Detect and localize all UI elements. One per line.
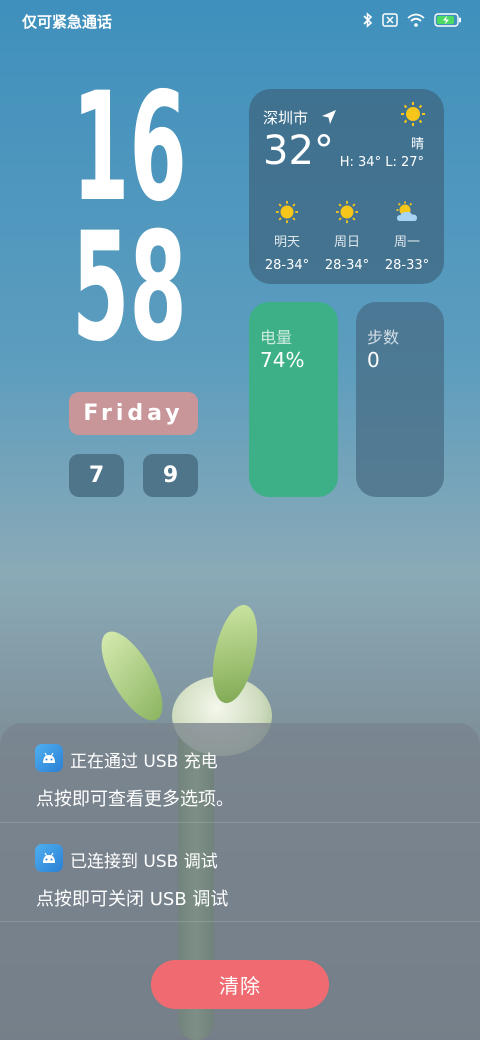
notification-usb-charging[interactable]: 正在通过 USB 充电 点按即可查看更多选项。 [0, 723, 480, 821]
weather-temperature: 32° [263, 128, 334, 174]
clock-hour: 16 [72, 61, 187, 235]
sun-icon [317, 199, 377, 225]
battery-charging-icon [434, 13, 462, 27]
date-box: 9 [143, 454, 198, 497]
forecast-day: 明天 28-34° [257, 199, 317, 273]
wifi-icon [407, 13, 425, 27]
location-arrow-icon [321, 109, 337, 129]
forecast-label: 周一 [393, 235, 420, 250]
notification-body: 点按即可查看更多选项。 [36, 789, 234, 810]
android-system-icon [35, 844, 63, 872]
status-icons [363, 12, 462, 28]
status-bar: 仅可紧急通话 [0, 0, 480, 42]
forecast-range: 28-33° [384, 258, 430, 273]
bluetooth-icon [363, 12, 373, 28]
sun-icon [400, 101, 426, 131]
forecast-day: 周一 28-33° [377, 199, 437, 273]
weather-widget[interactable]: 深圳市 32° 晴 H: 34° L: 27° 明天 28-34° 周日 28-… [249, 89, 444, 284]
notification-body: 点按即可关闭 USB 调试 [36, 889, 229, 910]
carrier-text: 仅可紧急通话 [22, 13, 113, 31]
notification-usb-debugging[interactable]: 已连接到 USB 调试 点按即可关闭 USB 调试 [0, 823, 480, 921]
notification-title: 正在通过 USB 充电 [70, 752, 218, 772]
steps-value: 0 [367, 348, 380, 372]
clear-notifications-button[interactable]: 清除 [151, 960, 329, 1009]
notification-title: 已连接到 USB 调试 [70, 852, 218, 872]
forecast-day: 周日 28-34° [317, 199, 377, 273]
weather-condition: 晴 [410, 137, 424, 152]
forecast-label: 周日 [333, 235, 360, 250]
forecast-label: 明天 [273, 235, 300, 250]
clock-minute: 58 [72, 201, 187, 375]
no-sim-icon [382, 13, 398, 27]
battery-widget[interactable]: 电量 74% [249, 302, 338, 497]
leaf-decoration [89, 622, 175, 730]
month-box: 7 [69, 454, 124, 497]
steps-label: 步数 [367, 328, 400, 347]
sun-icon [257, 199, 317, 225]
partly-cloudy-icon [377, 199, 437, 225]
divider [0, 921, 480, 922]
weather-high-low: H: 34° L: 27° [339, 155, 424, 170]
day-of-week: Friday [69, 392, 198, 435]
battery-value: 74% [260, 348, 305, 372]
battery-label: 电量 [260, 328, 293, 347]
weather-city: 深圳市 [263, 109, 309, 127]
forecast-range: 28-34° [264, 258, 310, 273]
steps-widget[interactable]: 步数 0 [356, 302, 444, 497]
android-system-icon [35, 744, 63, 772]
forecast-range: 28-34° [324, 258, 370, 273]
